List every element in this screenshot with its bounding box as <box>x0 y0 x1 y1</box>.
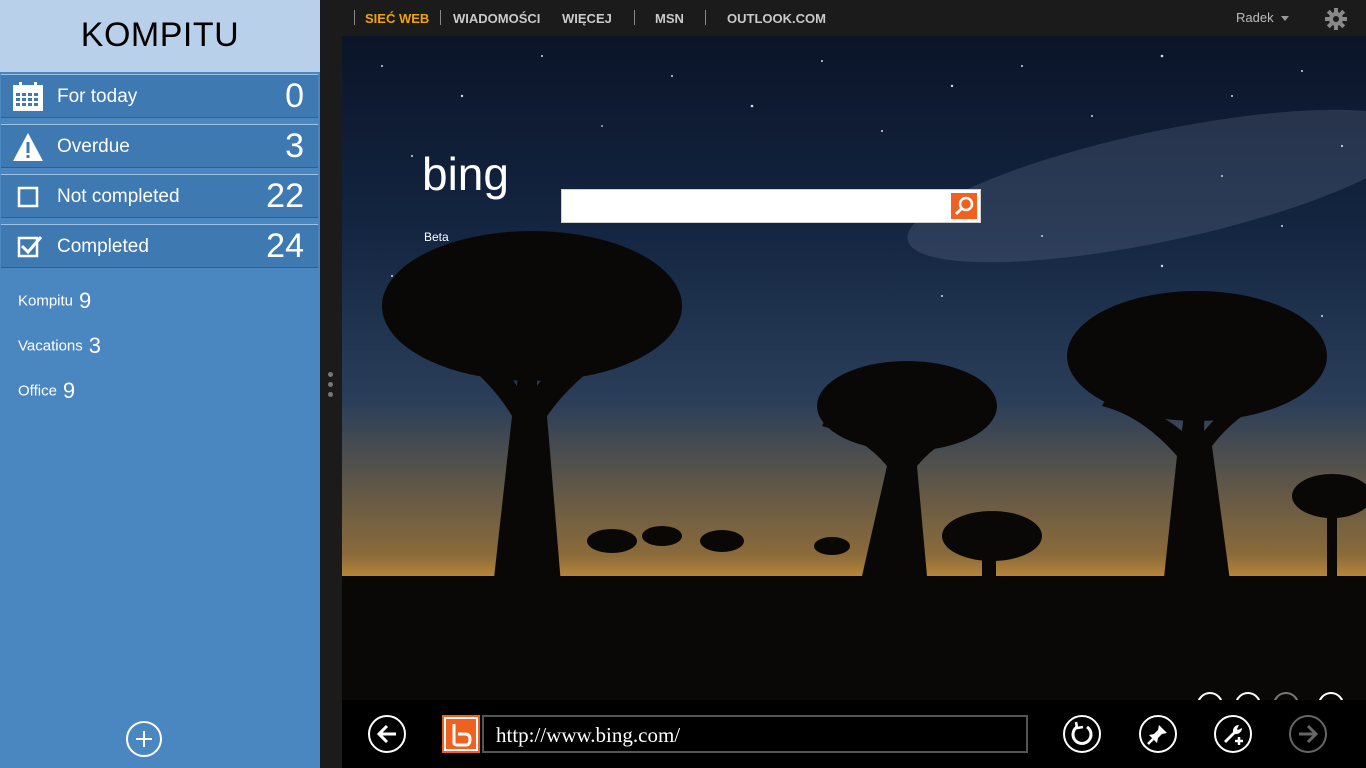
filter-count: 0 <box>285 77 304 115</box>
bing-logo[interactable]: bing <box>422 148 550 200</box>
filter-count: 22 <box>266 177 304 215</box>
address-bar <box>482 715 1028 753</box>
page-tools-button[interactable] <box>1214 715 1252 753</box>
nav-link-siec-web[interactable]: SIEĆ WEB <box>365 11 429 26</box>
filter-label: Not completed <box>57 186 180 207</box>
filter-label: Overdue <box>57 136 130 157</box>
warning-icon <box>11 131 45 163</box>
filter-count: 3 <box>285 127 304 165</box>
calendar-icon <box>11 81 45 113</box>
bing-logo-text: bing <box>422 150 509 200</box>
search-icon <box>954 196 974 216</box>
pin-button[interactable] <box>1139 715 1177 753</box>
nav-separator <box>354 10 355 25</box>
chevron-down-icon <box>1281 16 1289 21</box>
nav-link-wiadomosci[interactable]: WIADOMOŚCI <box>453 11 540 26</box>
filter-label: Completed <box>57 236 149 257</box>
grip-dot <box>328 372 333 377</box>
grip-dot <box>328 392 333 397</box>
nav-separator <box>440 10 441 25</box>
list-name: Vacations <box>18 337 83 355</box>
snap-splitter-handle[interactable] <box>320 0 342 768</box>
search-button[interactable] <box>951 193 977 219</box>
checkbox-checked-icon <box>11 231 45 263</box>
nav-link-msn[interactable]: MSN <box>655 11 684 26</box>
refresh-icon <box>1071 721 1093 745</box>
bing-favicon-icon <box>442 715 480 753</box>
filter-not-completed[interactable]: Not completed 22 <box>1 174 318 218</box>
forward-arrow-icon <box>1299 724 1319 744</box>
app-title: KOMPITU <box>80 16 240 54</box>
kompitu-sidebar: KOMPITU For today 0 Overdue 3 Not comple… <box>0 0 320 768</box>
nav-separator <box>634 10 635 25</box>
refresh-button[interactable] <box>1063 715 1101 753</box>
nav-separator <box>705 10 706 25</box>
list-name: Kompitu <box>18 292 74 310</box>
forward-button[interactable] <box>1289 715 1327 753</box>
sidebar-header: KOMPITU <box>0 0 320 72</box>
user-menu[interactable]: Radek <box>1236 10 1274 25</box>
night-sky-landscape <box>342 54 1366 700</box>
list-item-office[interactable]: Office 9 <box>18 378 75 404</box>
list-count: 9 <box>62 378 76 403</box>
filter-completed[interactable]: Completed 24 <box>1 224 318 268</box>
filter-count: 24 <box>266 227 304 265</box>
list-item-kompitu[interactable]: Kompitu 9 <box>18 288 91 314</box>
list-name: Office <box>18 382 57 400</box>
grip-dot <box>328 382 333 387</box>
list-count: 9 <box>79 288 92 313</box>
search-input[interactable] <box>568 194 942 220</box>
bing-beta-label: Beta <box>424 230 449 244</box>
list-count: 3 <box>88 333 102 358</box>
bing-top-nav: SIEĆ WEB WIADOMOŚCI WIĘCEJ MSN OUTLOOK.C… <box>342 0 1366 36</box>
list-item-vacations[interactable]: Vacations 3 <box>18 333 101 359</box>
back-arrow-icon <box>376 724 396 744</box>
filter-label: For today <box>57 86 138 107</box>
nav-link-wiecej[interactable]: WIĘCEJ <box>562 11 612 26</box>
back-button[interactable] <box>368 715 406 753</box>
browser-window: SIEĆ WEB WIADOMOŚCI WIĘCEJ MSN OUTLOOK.C… <box>342 0 1366 768</box>
pin-icon <box>1147 725 1167 745</box>
checkbox-empty-icon <box>11 181 45 213</box>
wrench-icon <box>1224 724 1243 745</box>
filter-for-today[interactable]: For today 0 <box>1 74 318 118</box>
bing-search-box <box>561 189 981 223</box>
gear-icon[interactable] <box>1325 8 1347 30</box>
bing-background-image: bing Beta <box>342 36 1366 700</box>
address-input[interactable] <box>494 721 1018 749</box>
browser-app-bar <box>342 700 1366 768</box>
filter-overdue[interactable]: Overdue 3 <box>1 124 318 168</box>
add-list-button[interactable] <box>126 721 162 757</box>
nav-link-outlook[interactable]: OUTLOOK.COM <box>727 11 826 26</box>
